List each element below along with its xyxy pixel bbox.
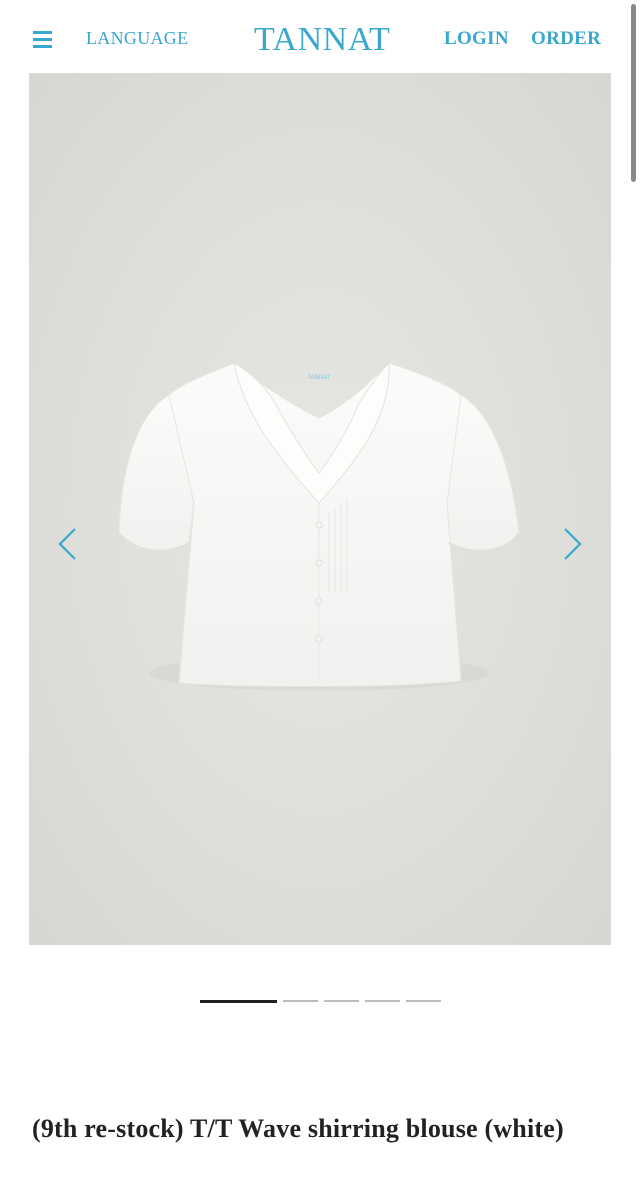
hamburger-menu-icon[interactable] (33, 31, 52, 48)
slide-indicator-5[interactable] (406, 1000, 441, 1002)
product-image[interactable]: TANNAT (29, 73, 611, 945)
chevron-left-icon[interactable] (56, 527, 80, 561)
login-link[interactable]: LOGIN (444, 28, 509, 50)
page-scrollbar[interactable] (631, 4, 636, 182)
blouse-illustration: TANNAT (118, 361, 520, 691)
brand-logo[interactable]: TANNAT (254, 21, 390, 59)
order-link[interactable]: ORDER (531, 28, 601, 50)
site-header: LANGUAGE TANNAT LOGIN ORDER (0, 0, 640, 76)
chevron-right-icon[interactable] (560, 527, 584, 561)
slide-indicator-3[interactable] (324, 1000, 359, 1002)
slide-indicator-1[interactable] (200, 1000, 277, 1003)
slide-indicator-2[interactable] (283, 1000, 318, 1002)
language-link[interactable]: LANGUAGE (86, 28, 188, 49)
slide-indicator-4[interactable] (365, 1000, 400, 1002)
garment-label: TANNAT (307, 375, 330, 381)
product-title: (9th re-stock) T/T Wave shirring blouse … (32, 1114, 564, 1143)
